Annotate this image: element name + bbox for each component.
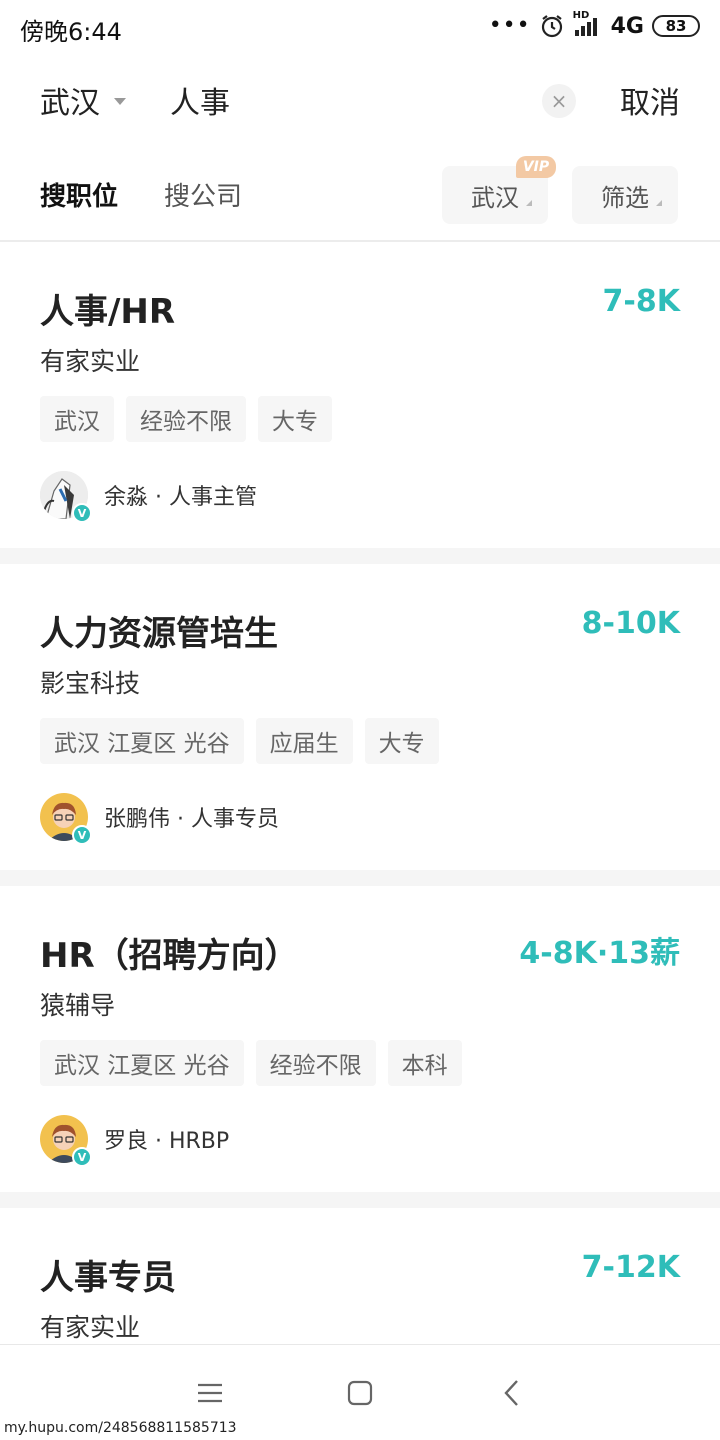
- job-title: 人事专员: [40, 1258, 176, 1298]
- verified-badge-icon: V: [72, 825, 92, 845]
- avatar: V: [40, 793, 92, 845]
- company-name: 猿辅导: [40, 991, 116, 1020]
- caret-down-icon: [114, 97, 126, 105]
- job-tag: 本科: [387, 1040, 462, 1086]
- avatar: V: [40, 471, 92, 523]
- vip-badge: VIP: [516, 156, 556, 178]
- clear-icon[interactable]: ×: [542, 84, 576, 118]
- status-icons: ••• HD 4G 83: [489, 10, 700, 42]
- job-tags: 武汉 江夏区 光谷 应届生 大专: [40, 718, 439, 764]
- city-selector[interactable]: 武汉: [40, 78, 126, 122]
- verified-badge-icon: V: [72, 1147, 92, 1167]
- job-tag: 应届生: [255, 718, 353, 764]
- status-time: 傍晚6:44: [20, 18, 122, 46]
- job-card[interactable]: 人事专员 7-12K 有家实业: [0, 1208, 720, 1348]
- job-title: HR（招聘方向）: [40, 936, 299, 976]
- job-tags: 武汉 经验不限 大专: [40, 396, 332, 442]
- signal-icon: HD: [573, 10, 603, 38]
- job-tag: 武汉 江夏区 光谷: [40, 718, 244, 764]
- corner-triangle-icon: [656, 200, 662, 206]
- back-icon[interactable]: [492, 1375, 532, 1411]
- menu-icon[interactable]: [190, 1375, 230, 1411]
- watermark: my.hupu.com/248568811585713: [4, 1420, 237, 1436]
- corner-triangle-icon: [526, 200, 532, 206]
- job-tags: 武汉 江夏区 光谷 经验不限 本科: [40, 1040, 462, 1086]
- filter-label: 筛选: [601, 183, 649, 212]
- job-salary: 8-10K: [581, 606, 680, 641]
- company-name: 影宝科技: [40, 669, 141, 698]
- alarm-icon: [541, 15, 562, 38]
- job-tag: 经验不限: [126, 396, 246, 442]
- filter-button[interactable]: 筛选: [572, 166, 678, 224]
- battery-indicator: 83: [652, 15, 700, 37]
- recruiter-name: 罗良 · HRBP: [104, 1129, 230, 1154]
- recruiter-name: 余淼 · 人事主管: [104, 485, 257, 510]
- job-title: 人力资源管培生: [40, 614, 278, 654]
- status-bar: 傍晚6:44 ••• HD 4G 83: [0, 0, 720, 52]
- company-name: 有家实业: [40, 347, 141, 376]
- search-tabs-bar: 搜职位 搜公司 武汉 VIP 筛选: [0, 150, 720, 242]
- city-selector-label: 武汉: [40, 86, 100, 121]
- job-title: 人事/HR: [40, 292, 176, 332]
- tab-search-jobs[interactable]: 搜职位: [40, 176, 118, 213]
- job-card[interactable]: HR（招聘方向） 4-8K·13薪 猿辅导 武汉 江夏区 光谷 经验不限 本科: [0, 886, 720, 1192]
- recruiter-info: V 张鹏伟 · 人事专员: [40, 792, 279, 845]
- job-tag: 武汉 江夏区 光谷: [40, 1040, 244, 1086]
- job-card[interactable]: 人事/HR 7-8K 有家实业 武汉 经验不限 大专 V 余淼 · 人事主管: [0, 242, 720, 548]
- network-type: 4G: [610, 13, 644, 39]
- job-tag: 武汉: [40, 396, 114, 442]
- search-bar: 武汉 × 取消: [0, 52, 720, 150]
- job-tag: 经验不限: [255, 1040, 376, 1086]
- job-tag: 大专: [258, 396, 332, 442]
- tab-search-companies[interactable]: 搜公司: [164, 176, 242, 213]
- job-tag: 大专: [364, 718, 439, 764]
- company-name: 有家实业: [40, 1313, 141, 1342]
- job-salary: 7-8K: [602, 284, 680, 319]
- verified-badge-icon: V: [72, 503, 92, 523]
- city-filter-label: 武汉: [471, 183, 519, 212]
- recruiter-name: 张鹏伟 · 人事专员: [104, 807, 279, 832]
- job-salary: 4-8K·13薪: [519, 936, 680, 971]
- job-salary: 7-12K: [581, 1250, 680, 1285]
- recruiter-info: V 罗良 · HRBP: [40, 1114, 230, 1167]
- cancel-button[interactable]: 取消: [620, 78, 680, 122]
- home-icon[interactable]: [340, 1375, 380, 1411]
- recruiter-info: V 余淼 · 人事主管: [40, 470, 257, 523]
- search-input[interactable]: [170, 74, 570, 126]
- more-dots-icon: •••: [488, 13, 531, 38]
- job-card[interactable]: 人力资源管培生 8-10K 影宝科技 武汉 江夏区 光谷 应届生 大专 V 张鹏…: [0, 564, 720, 870]
- avatar: V: [40, 1115, 92, 1167]
